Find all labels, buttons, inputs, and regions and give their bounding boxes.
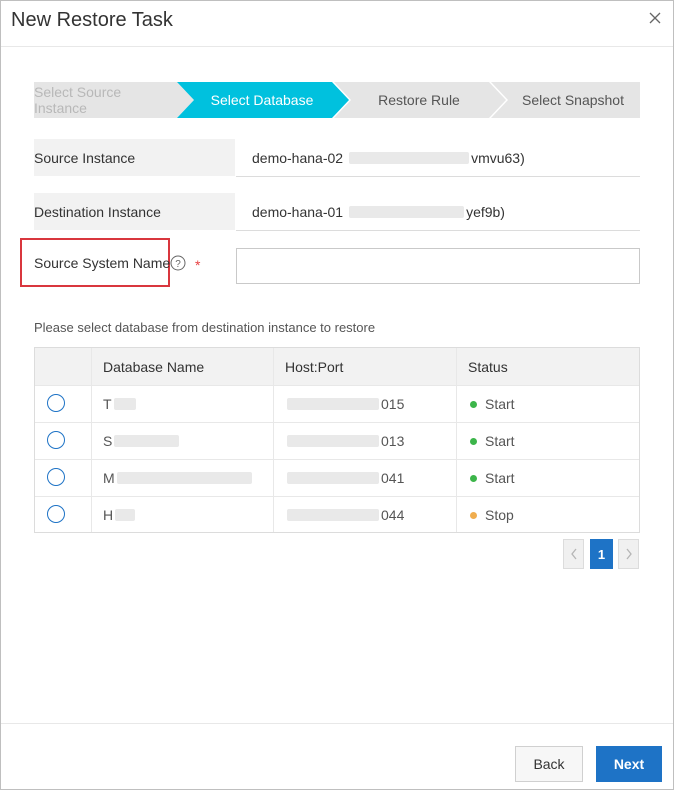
destination-instance-id: yef9b): [466, 203, 505, 220]
chevron-left-icon: [570, 548, 577, 560]
status-dot-icon: [470, 511, 477, 519]
chevron-right-icon: [625, 548, 632, 560]
header-status: Status: [468, 358, 508, 375]
status-text: Start: [485, 396, 515, 412]
question-circle-icon[interactable]: ?: [170, 255, 186, 271]
step-progress: Select Source Instance Select Database R…: [34, 82, 640, 118]
redacted-text: [115, 509, 136, 521]
next-button[interactable]: Next: [596, 746, 662, 782]
host-port-cell: 015: [285, 386, 404, 422]
restore-task-dialog: New Restore Task Select Source Instance …: [0, 0, 674, 790]
source-instance-id: vmvu63): [471, 149, 525, 166]
redacted-text: [116, 472, 252, 484]
destination-instance-value: demo-hana-01 yef9b): [236, 193, 640, 231]
required-asterisk: *: [195, 257, 201, 273]
dialog-title: New Restore Task: [11, 9, 173, 31]
host-port-cell: 013: [285, 423, 404, 459]
port-text: 044: [381, 507, 405, 523]
step-select-source-instance: Select Source Instance: [34, 84, 122, 116]
redacted-text: [287, 472, 379, 484]
row-select-radio[interactable]: [47, 394, 65, 412]
step-select-snapshot: Select Snapshot: [522, 92, 624, 108]
redacted-text: [349, 151, 470, 164]
database-name-text: M: [103, 470, 115, 486]
redacted-text: [114, 435, 180, 447]
step-select-database: Select Database: [210, 92, 314, 108]
port-text: 013: [381, 433, 405, 449]
table-row[interactable]: M 041 Start: [35, 459, 639, 496]
database-name-text: S: [103, 433, 113, 449]
database-name-cell: M: [103, 460, 254, 496]
redacted-text: [287, 509, 379, 521]
redacted-text: [113, 398, 136, 410]
status-cell: Start: [470, 386, 515, 422]
status-dot-icon: [470, 400, 477, 408]
source-system-name-label: Source System Name: [34, 255, 171, 271]
destination-instance-label-text: Destination Instance: [34, 203, 161, 220]
database-name-text: T: [103, 396, 112, 412]
status-text: Stop: [485, 507, 514, 523]
source-instance-name: demo-hana-02: [252, 149, 344, 166]
prev-page-button[interactable]: [563, 539, 584, 569]
page-number-button[interactable]: 1: [590, 539, 613, 569]
status-cell: Start: [470, 460, 515, 496]
header-host-port: Host:Port: [285, 358, 344, 375]
row-select-radio[interactable]: [47, 431, 65, 449]
database-name-text: H: [103, 507, 114, 523]
source-instance-value: demo-hana-02 vmvu63): [236, 139, 640, 177]
table-hint: Please select database from destination …: [34, 320, 376, 335]
port-text: 041: [381, 470, 405, 486]
status-dot-icon: [470, 437, 477, 445]
status-dot-icon: [470, 474, 477, 482]
port-text: 015: [381, 396, 405, 412]
redacted-text: [349, 205, 465, 218]
status-text: Start: [485, 470, 515, 486]
host-port-cell: 044: [285, 497, 404, 533]
redacted-text: [287, 435, 379, 447]
source-instance-label-text: Source Instance: [34, 149, 136, 166]
source-system-name-input[interactable]: [236, 248, 640, 284]
database-name-cell: T: [103, 386, 138, 422]
close-icon[interactable]: [647, 10, 663, 26]
step-restore-rule: Restore Rule: [378, 92, 460, 108]
table-row[interactable]: T 015 Start: [35, 385, 639, 422]
redacted-text: [287, 398, 379, 410]
table-row[interactable]: H 044 Stop: [35, 496, 639, 533]
database-name-cell: H: [103, 497, 137, 533]
row-select-radio[interactable]: [47, 505, 65, 523]
source-instance-label: Source Instance: [34, 139, 235, 176]
host-port-cell: 041: [285, 460, 404, 496]
dialog-header: New Restore Task: [1, 1, 673, 47]
status-text: Start: [485, 433, 515, 449]
database-name-cell: S: [103, 423, 181, 459]
table-row[interactable]: S 013 Start: [35, 422, 639, 459]
next-page-button[interactable]: [618, 539, 639, 569]
svg-text:?: ?: [175, 259, 181, 270]
table-header: Database Name Host:Port Status: [35, 348, 639, 385]
status-cell: Stop: [470, 497, 514, 533]
header-database-name: Database Name: [103, 358, 205, 375]
row-select-radio[interactable]: [47, 468, 65, 486]
back-button[interactable]: Back: [515, 746, 583, 782]
destination-instance-name: demo-hana-01: [252, 203, 344, 220]
footer-divider: [1, 723, 673, 724]
database-table: Database Name Host:Port Status T 015 Sta…: [34, 347, 640, 533]
status-cell: Start: [470, 423, 515, 459]
destination-instance-label: Destination Instance: [34, 193, 235, 230]
